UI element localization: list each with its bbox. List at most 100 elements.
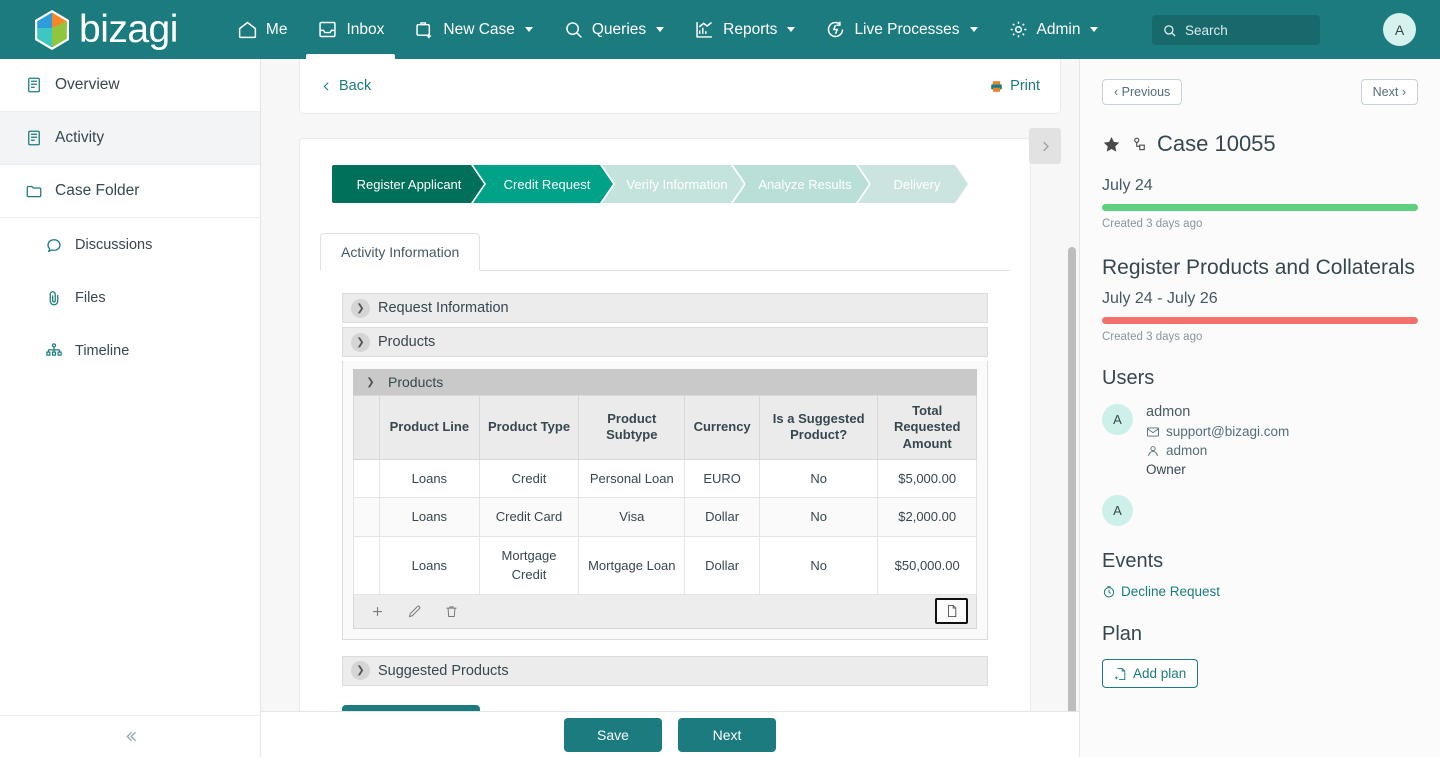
selector-column-header [353,395,380,460]
column-is-suggested: Is a Suggested Product? [758,395,879,460]
section-suggested-products[interactable]: ❯ Suggested Products [342,655,988,686]
nav-label: Queries [591,20,647,38]
table-body: Loans Credit Personal Loan EURO No $5,00… [353,458,977,595]
column-product-type: Product Type [478,395,580,460]
column-product-subtype: Product Subtype [578,395,686,460]
add-plan-button[interactable]: Add plan [1102,659,1199,688]
live-processes-icon [828,21,844,38]
edit-row-button[interactable] [407,604,422,619]
sidebar: Overview Activity Case Folder Discussion… [0,59,261,757]
cell-total-requested-amount: $2,000.00 [877,497,977,537]
column-total-requested-amount: Total Requested Amount [877,395,977,460]
case-detail-panel: ‹ Previous Next › Case 10055 July 24 Cre… [1080,59,1440,757]
next-button[interactable]: Next [678,717,776,752]
add-row-button[interactable] [370,604,385,619]
nav-item-admin[interactable]: Admin [993,0,1114,59]
nav-item-new-case[interactable]: New Case [399,0,548,59]
case-title: Case 10055 [1157,131,1276,156]
step-analyze-results[interactable]: Analyze Results [733,165,869,203]
nav-label: Reports [723,20,778,38]
document-export-button[interactable] [935,598,968,625]
document-plus-icon [1114,667,1126,680]
step-verify-information[interactable]: Verify Information [602,165,744,203]
print-button[interactable]: Print [989,78,1040,94]
briefcase-plus-icon [416,22,432,39]
user-icon [1148,445,1158,456]
event-decline-request[interactable]: Decline Request [1102,584,1418,599]
add-plan-label: Add plan [1133,666,1187,681]
table-row[interactable]: Loans Credit Personal Loan EURO No $5,00… [353,458,977,499]
chevron-left-icon [323,81,329,91]
step-delivery[interactable]: Delivery [858,165,968,203]
sidebar-item-timeline[interactable]: Timeline [0,324,260,377]
process-stepper: Register Applicant Credit Request Verify… [332,165,996,203]
user-avatar[interactable]: A [1383,13,1416,46]
cell-product-line: Loans [379,458,480,499]
cell-currency: EURO [684,458,760,499]
products-grid-header[interactable]: ❯ Products [353,369,977,395]
step-credit-request[interactable]: Credit Request [473,165,613,203]
sidebar-item-label: Activity [55,129,105,146]
sidebar-collapse-button[interactable] [0,715,260,757]
user-username: admon [1166,443,1208,458]
nav-item-live-processes[interactable]: Live Processes [810,0,992,59]
home-icon [238,21,257,39]
cell-is-suggested: No [758,535,879,595]
activity-date: July 24 - July 26 [1102,290,1218,307]
back-label: Back [339,78,372,94]
nav-item-me[interactable]: Me [222,0,303,59]
row-selector[interactable] [353,458,380,499]
section-request-information[interactable]: ❯ Request Information [342,293,988,323]
bizagi-cube-logo-icon [35,9,69,50]
next-panel-arrow-button[interactable] [1029,128,1061,164]
avatar[interactable]: A [1102,404,1133,435]
nav-items: Me Inbox New Case Queries Reports Live P… [222,0,1114,59]
products-table: Product Line Product Type Product Subtyp… [353,395,977,595]
brand-logo[interactable]: bizagi [32,8,178,52]
comment-icon [47,238,61,253]
cell-product-type: Credit Card [478,497,580,537]
table-header-row: Product Line Product Type Product Subtyp… [353,395,977,460]
share-node-icon[interactable] [1130,135,1148,153]
nav-item-reports[interactable]: Reports [679,0,810,59]
tab-activity-information[interactable]: Activity Information [320,233,481,271]
sidebar-item-case-folder[interactable]: Case Folder [0,165,260,218]
document-list-icon [28,130,40,146]
activity-created-text: Created 3 days ago [1102,331,1203,343]
delete-row-button[interactable] [444,604,459,619]
row-selector[interactable] [353,535,380,595]
case-pager: ‹ Previous Next › [1102,79,1418,105]
brand-name: bizagi [79,8,178,51]
sidebar-item-label: Files [75,289,106,306]
sidebar-item-activity[interactable]: Activity [0,112,260,165]
table-row[interactable]: Loans Credit Card Visa Dollar No $2,000.… [353,497,977,537]
avatar[interactable]: A [1102,495,1133,526]
search-icon [566,22,582,38]
sidebar-item-overview[interactable]: Overview [0,59,260,112]
row-selector[interactable] [353,497,380,537]
inbox-icon [319,21,337,38]
content-scrollbar[interactable] [1068,247,1076,727]
user-info: admon support@bizagi.com admon Owner [1146,404,1289,477]
section-products[interactable]: ❯ Products [342,327,988,357]
sidebar-item-discussions[interactable]: Discussions [0,218,260,271]
chevron-right-icon: ❯ [351,298,370,318]
star-icon[interactable] [1102,135,1121,154]
search-input[interactable]: Search [1152,15,1320,45]
step-label: Verify Information [626,176,728,192]
folder-icon [26,185,42,198]
next-case-button[interactable]: Next › [1360,79,1418,105]
nav-item-inbox[interactable]: Inbox [302,0,399,59]
table-row[interactable]: Loans Mortgage Credit Mortgage Loan Doll… [353,535,977,595]
table-header: Product Line Product Type Product Subtyp… [353,395,977,460]
nav-item-queries[interactable]: Queries [548,0,679,59]
user-email: support@bizagi.com [1166,424,1290,439]
sidebar-item-files[interactable]: Files [0,271,260,324]
save-button[interactable]: Save [564,717,662,752]
print-label: Print [1010,78,1040,94]
nav-label: Me [265,20,288,38]
previous-case-button[interactable]: ‹ Previous [1102,79,1183,105]
cell-product-subtype: Visa [578,497,686,537]
step-register-applicant[interactable]: Register Applicant [332,165,484,203]
back-button[interactable]: Back [320,78,371,94]
